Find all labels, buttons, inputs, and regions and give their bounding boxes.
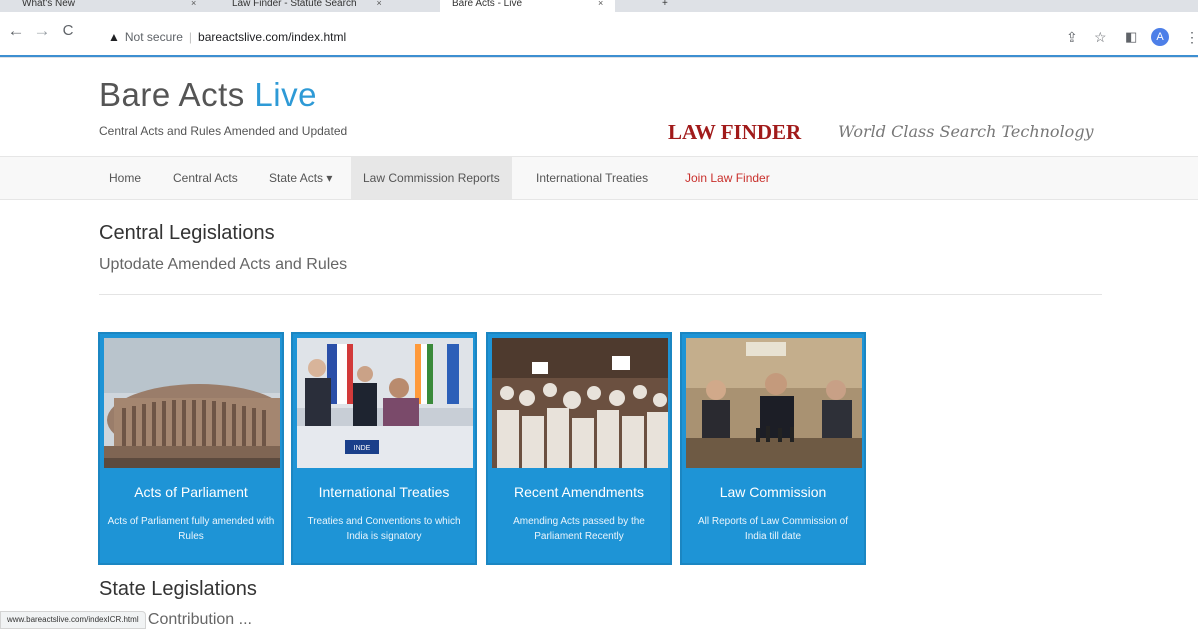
section-divider	[99, 294, 1102, 295]
state-legislations-heading: State Legislations	[99, 578, 257, 600]
url-text[interactable]: bareactslive.com/index.html	[198, 30, 346, 44]
side-panel-icon[interactable]: ◧	[1125, 29, 1137, 45]
parliament-session-photo	[492, 338, 668, 468]
toolbar-divider	[0, 55, 1198, 57]
new-tab-button[interactable]: +	[662, 0, 668, 12]
site-tagline: Central Acts and Rules Amended and Updat…	[99, 124, 348, 138]
tab-bare-acts[interactable]: Bare Acts - Live ×	[440, 0, 616, 12]
nav-central-acts[interactable]: Central Acts	[163, 157, 248, 199]
security-label: Not secure	[124, 30, 183, 44]
site-title[interactable]: Bare Acts Live	[99, 76, 317, 114]
back-arrow-icon[interactable]: ←	[6, 22, 26, 40]
site-title-main: Bare Acts	[99, 76, 245, 113]
profile-avatar[interactable]: A	[1151, 28, 1169, 46]
tab-law-finder[interactable]: Law Finder - Statute Search ×	[232, 0, 382, 12]
tab-whats-new[interactable]: What's New ×	[22, 0, 196, 12]
forward-arrow-icon[interactable]: →	[32, 22, 52, 40]
page-content: Bare Acts Live Central Acts and Rules Am…	[0, 58, 1198, 629]
address-bar[interactable]: ▲ Not secure | bareactslive.com/index.ht…	[108, 27, 1108, 47]
card-acts-of-parliament[interactable]: Acts of Parliament Acts of Parliament fu…	[98, 332, 284, 565]
law-commission-meeting-photo	[686, 338, 862, 468]
tab-label: What's New	[22, 0, 76, 9]
card-title: Recent Amendments	[514, 484, 644, 500]
central-legislations-heading: Central Legislations	[99, 222, 275, 244]
reload-icon[interactable]: C	[58, 22, 78, 40]
law-finder-slogan: World Class Search Technology	[838, 122, 1094, 141]
card-law-commission[interactable]: Law Commission All Reports of Law Commis…	[680, 332, 866, 565]
card-title: Acts of Parliament	[134, 484, 248, 500]
treaty-signing-photo: INDE	[297, 338, 473, 468]
nav-law-commission-reports[interactable]: Law Commission Reports	[351, 157, 512, 199]
card-recent-amendments[interactable]: Recent Amendments Amending Acts passed b…	[486, 332, 672, 565]
close-icon[interactable]: ×	[598, 0, 603, 8]
card-description: All Reports of Law Commission of India t…	[697, 516, 849, 542]
warning-icon: ▲	[108, 30, 120, 44]
menu-kebab-icon[interactable]: ⋮	[1185, 29, 1198, 46]
close-icon[interactable]: ×	[377, 0, 382, 8]
card-description: Treaties and Conventions to which India …	[307, 516, 461, 542]
status-bar-url: www.bareactslive.com/indexICR.html	[0, 611, 146, 629]
nav-international-treaties[interactable]: International Treaties	[526, 157, 658, 199]
omnibox-separator: |	[188, 30, 193, 44]
tab-label: Bare Acts - Live	[452, 0, 523, 9]
bookmark-star-icon[interactable]: ☆	[1094, 29, 1107, 46]
parliament-building-photo	[104, 338, 280, 468]
card-title: International Treaties	[318, 484, 450, 500]
browser-chrome: What's New × Law Finder - Statute Search…	[0, 0, 1198, 58]
nav-state-acts[interactable]: State Acts ▾	[259, 157, 342, 199]
nav-home[interactable]: Home	[99, 157, 151, 199]
close-icon[interactable]: ×	[191, 0, 196, 8]
card-international-treaties[interactable]: INDE International Treaties Treaties and…	[291, 332, 477, 565]
main-navbar: Home Central Acts State Acts ▾ Law Commi…	[0, 156, 1198, 200]
site-title-accent: Live	[254, 76, 317, 113]
placard-text: INDE	[354, 445, 371, 452]
law-finder-logo[interactable]: LAW FINDER	[668, 120, 801, 145]
card-description: Amending Acts passed by the Parliament R…	[513, 516, 645, 542]
tab-strip: What's New × Law Finder - Statute Search…	[0, 0, 1198, 12]
tab-label: Law Finder - Statute Search	[232, 0, 357, 9]
card-description: Acts of Parliament fully amended with Ru…	[107, 516, 275, 542]
central-legislations-subtitle: Uptodate Amended Acts and Rules	[99, 256, 348, 273]
nav-join-law-finder[interactable]: Join Law Finder	[675, 157, 780, 199]
share-icon[interactable]: ⇪	[1066, 29, 1078, 46]
card-title: Law Commission	[719, 484, 827, 500]
